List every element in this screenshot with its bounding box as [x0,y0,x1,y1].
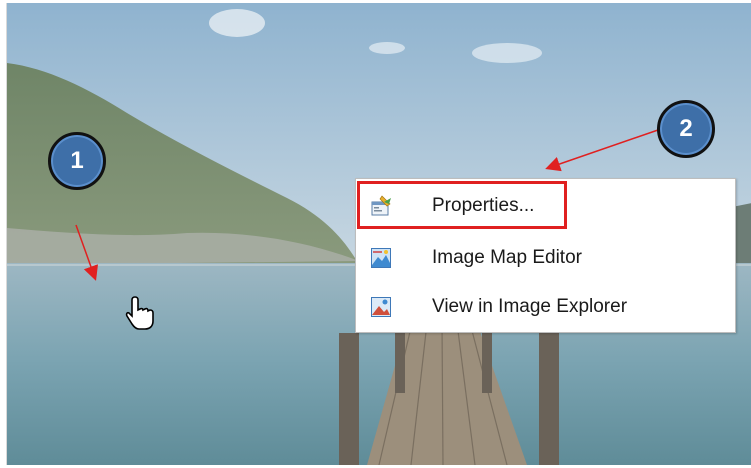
step-2-number: 2 [679,115,693,142]
menu-item-image-map-editor[interactable]: Image Map Editor [356,235,735,281]
image-map-editor-icon [371,248,391,268]
menu-item-properties-label: Properties... [432,195,535,216]
menu-item-properties[interactable]: Properties... [356,183,735,229]
step-1-number: 1 [70,147,84,174]
properties-icon [371,195,391,216]
step-1-badge: 1 [48,132,106,190]
step-2-badge: 2 [657,100,715,158]
context-menu: Properties... Image Map Editor View in I… [355,178,736,333]
hand-pointer-icon [125,296,154,330]
menu-item-view-in-image-explorer[interactable]: View in Image Explorer [356,284,735,330]
image-explorer-icon [371,297,391,317]
menu-item-image-map-editor-label: Image Map Editor [432,247,582,268]
menu-item-view-in-image-explorer-label: View in Image Explorer [432,296,628,317]
